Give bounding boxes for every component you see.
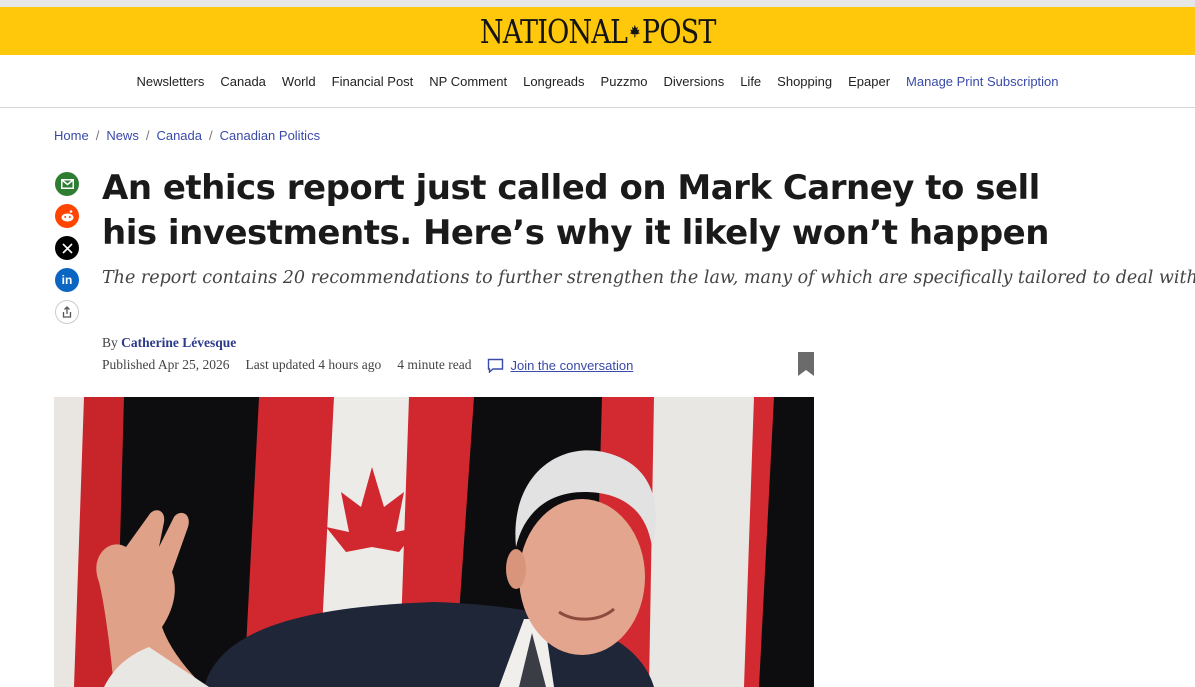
share-bar: in [55, 172, 81, 332]
logo-text-right: POST [641, 11, 717, 51]
masthead: NATIONAL POST [0, 7, 1195, 55]
national-post-logo[interactable]: NATIONAL POST [479, 11, 717, 51]
breadcrumb: Home / News / Canada / Canadian Politics [54, 128, 320, 143]
nav-diversions[interactable]: Diversions [664, 74, 725, 89]
breadcrumb-news[interactable]: News [106, 128, 139, 143]
article-meta: Published Apr 25, 2026 Last updated 4 ho… [102, 357, 649, 373]
nav-longreads[interactable]: Longreads [523, 74, 584, 89]
reddit-share-button[interactable] [55, 204, 79, 228]
join-conversation-link[interactable]: Join the conversation [487, 358, 649, 373]
breadcrumb-canada[interactable]: Canada [156, 128, 202, 143]
nav-epaper[interactable]: Epaper [848, 74, 890, 89]
published-date: Published Apr 25, 2026 [102, 357, 230, 372]
nav-np-comment[interactable]: NP Comment [429, 74, 507, 89]
article-dek-text: The report contains 20 recommendations t… [102, 268, 1195, 288]
article-photo [54, 397, 814, 687]
nav-canada[interactable]: Canada [220, 74, 266, 89]
browser-top-strip [0, 0, 1195, 7]
breadcrumb-separator: / [209, 128, 213, 143]
breadcrumb-separator: / [145, 128, 150, 143]
breadcrumb-home[interactable]: Home [54, 128, 89, 143]
author-link[interactable]: Catherine Lévesque [121, 335, 236, 350]
breadcrumb-separator: / [95, 128, 100, 143]
article-photo-illustration [54, 397, 814, 687]
comment-icon [488, 358, 504, 373]
article-dek: The report contains 20 recommendations t… [102, 266, 1195, 290]
bookmark-icon[interactable] [797, 352, 815, 376]
x-share-button[interactable] [55, 236, 79, 260]
byline: By Catherine Lévesque [102, 335, 236, 351]
join-conversation-label: Join the conversation [510, 357, 634, 373]
nav-world[interactable]: World [282, 74, 316, 89]
email-share-button[interactable] [55, 172, 79, 196]
share-icon [62, 306, 72, 318]
linkedin-icon: in [61, 273, 73, 287]
linkedin-share-button[interactable]: in [55, 268, 79, 292]
nav-puzzmo[interactable]: Puzzmo [601, 74, 648, 89]
nav-shopping[interactable]: Shopping [777, 74, 832, 89]
byline-prefix: By [102, 335, 118, 350]
logo-text-left: NATIONAL [479, 11, 628, 51]
reddit-icon [61, 210, 73, 222]
email-icon [60, 179, 74, 189]
nav-financial-post[interactable]: Financial Post [332, 74, 414, 89]
x-icon [61, 242, 73, 254]
maple-leaf-icon [629, 24, 640, 38]
main-nav: Newsletters Canada World Financial Post … [0, 55, 1195, 108]
last-updated: Last updated 4 hours ago [245, 357, 382, 372]
share-button[interactable] [55, 300, 79, 324]
read-time: 4 minute read [397, 357, 472, 372]
nav-newsletters[interactable]: Newsletters [136, 74, 204, 89]
nav-manage-print-subscription[interactable]: Manage Print Subscription [906, 74, 1058, 89]
breadcrumb-canadian-politics[interactable]: Canadian Politics [220, 128, 320, 143]
nav-life[interactable]: Life [740, 74, 761, 89]
article-headline: An ethics report just called on Mark Car… [102, 168, 1049, 253]
